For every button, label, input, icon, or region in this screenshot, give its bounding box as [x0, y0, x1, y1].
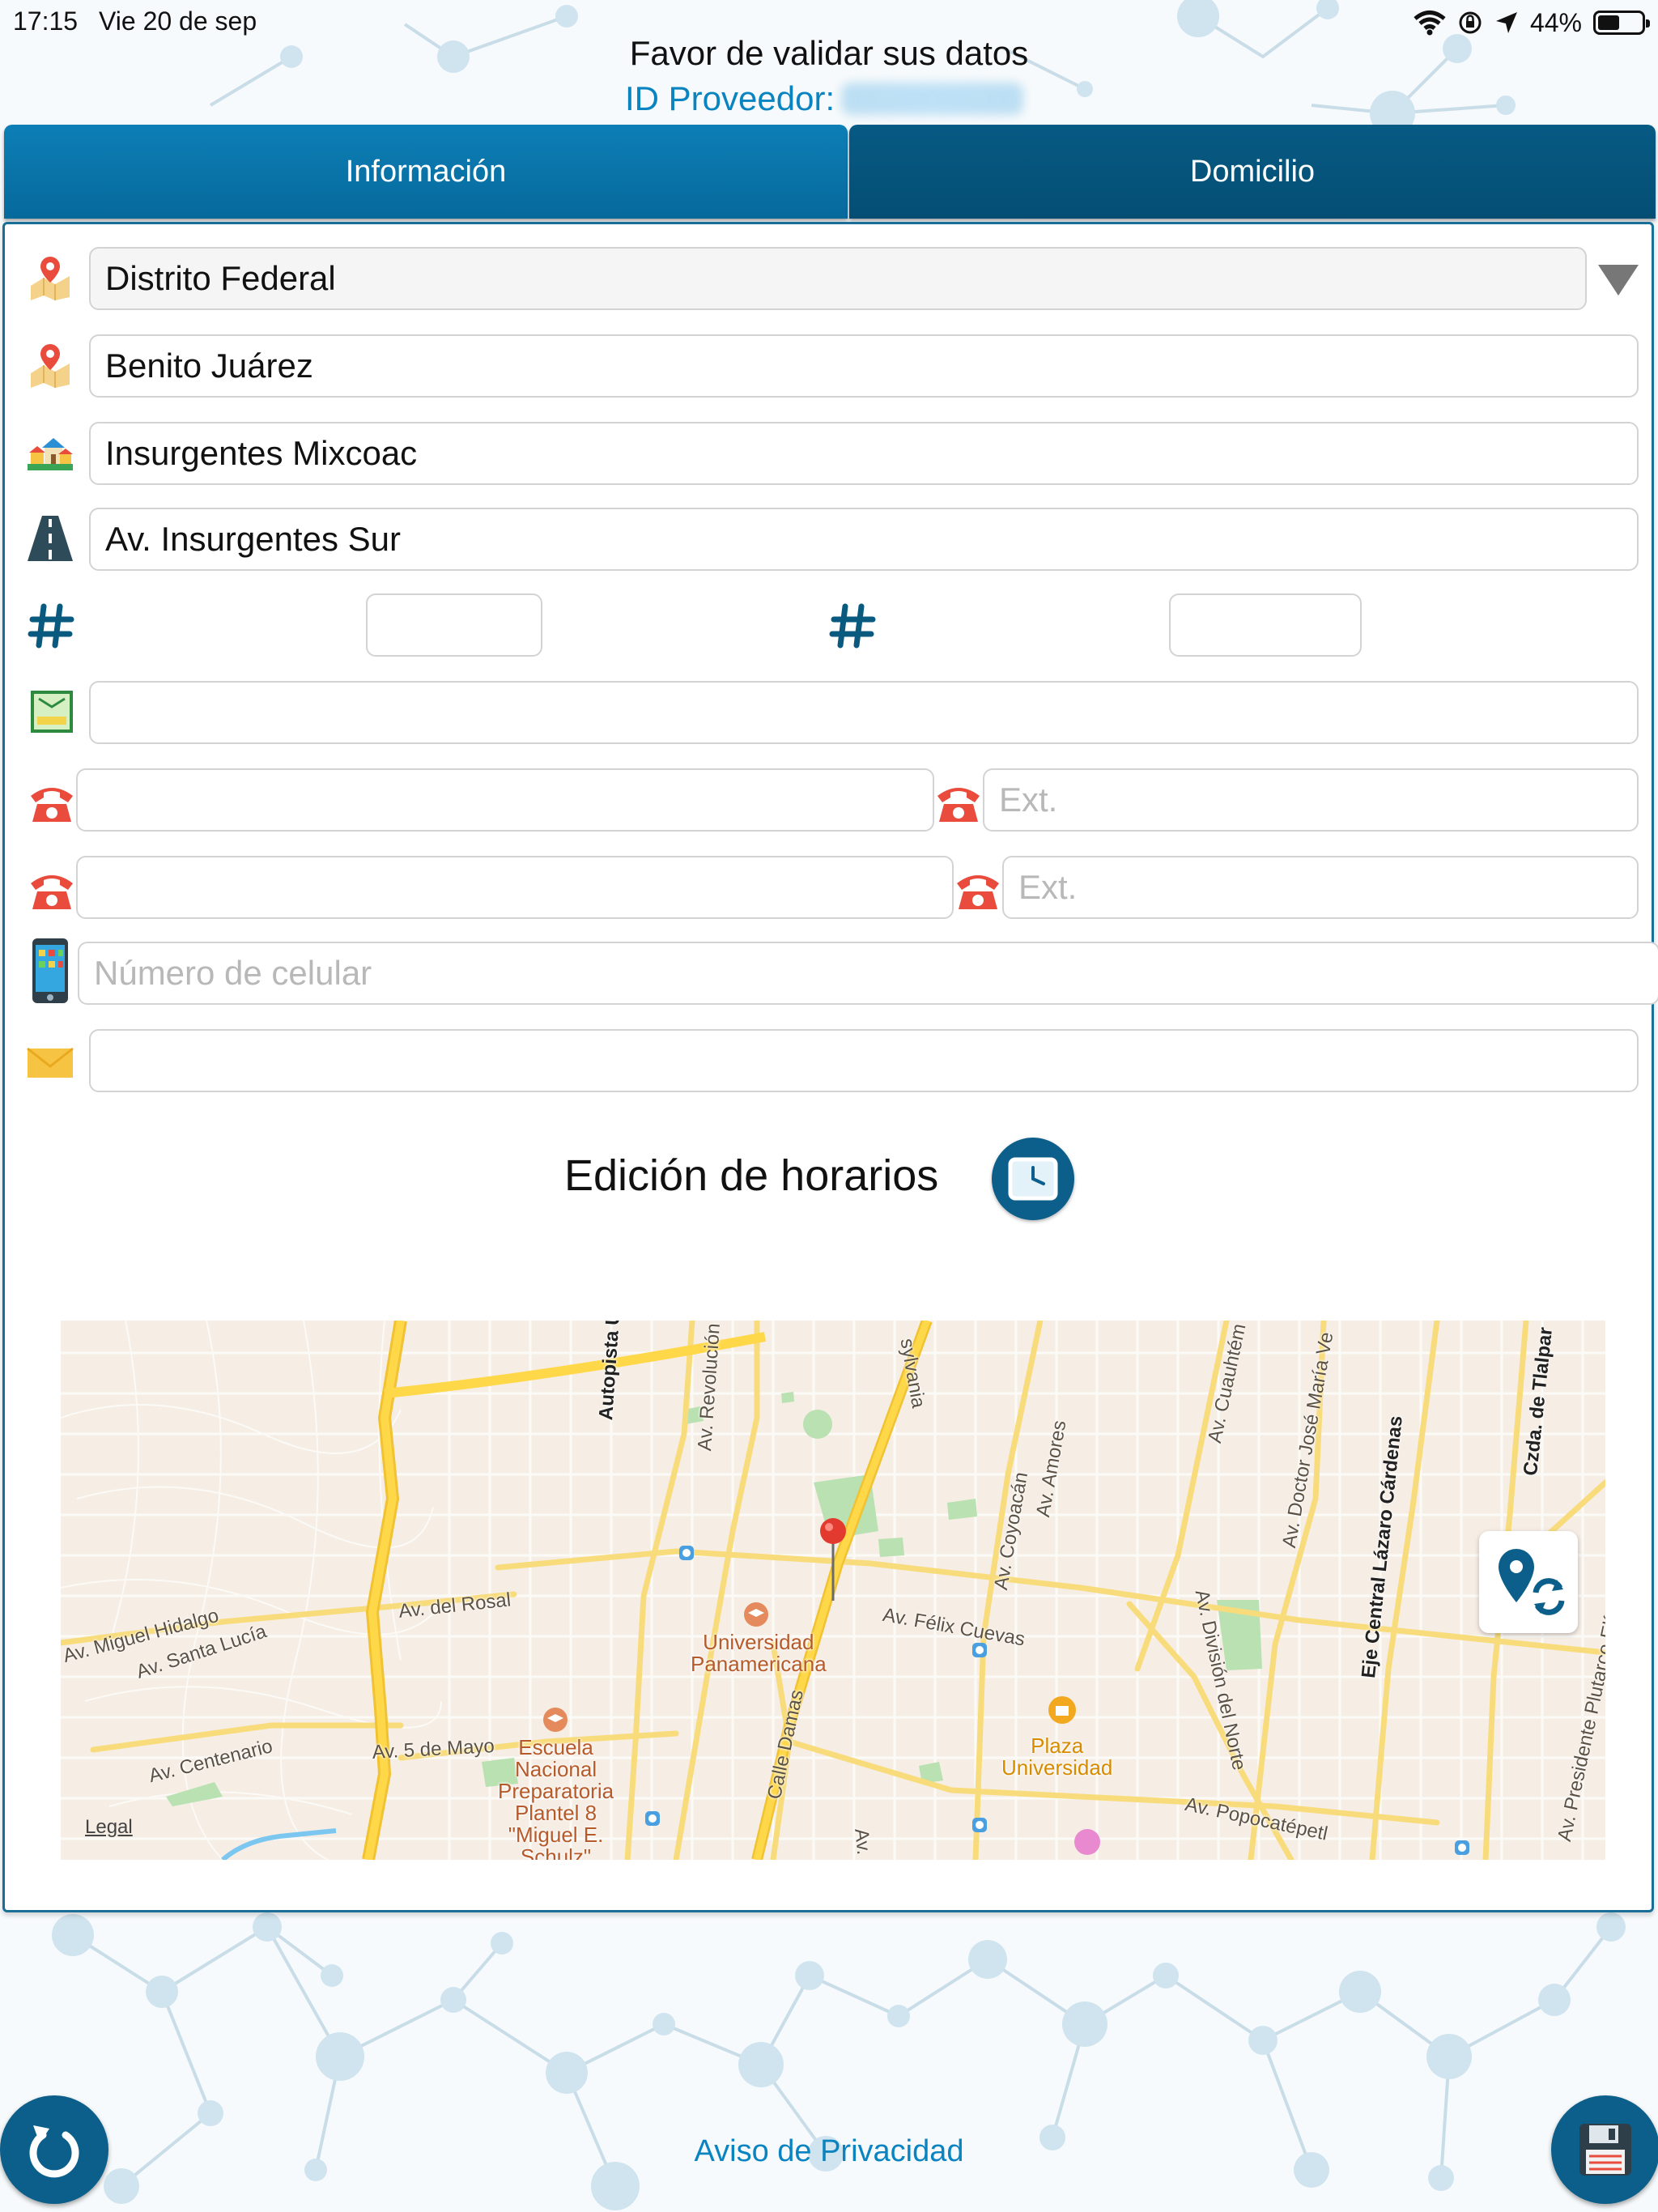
location-arrow-icon [1495, 12, 1517, 33]
tab-informacion[interactable]: Información [4, 125, 848, 219]
poi-label: Preparatoria [498, 1779, 614, 1803]
poi-escuela-nacional-preparatoria: Escuela Nacional Preparatoria Plantel 8 … [498, 1735, 614, 1861]
orientation-lock-icon [1459, 11, 1482, 34]
poi-label: Plantel 8 [514, 1801, 597, 1825]
battery-icon [1593, 11, 1650, 35]
phone-ext-icon [957, 875, 999, 909]
numero-interior-field[interactable] [1169, 593, 1362, 657]
clock-icon [1008, 1157, 1058, 1201]
poi-label: Panamericana [691, 1652, 827, 1676]
codigo-postal-field[interactable] [89, 681, 1639, 744]
numero-exterior-field[interactable] [366, 593, 542, 657]
poi-label: Schulz" [520, 1844, 592, 1861]
provider-id-redacted [841, 83, 1024, 115]
calle-field[interactable]: Av. Insurgentes Sur [89, 508, 1639, 571]
provider-id-label: ID Proveedor: [625, 79, 835, 117]
transit-icon [679, 1546, 694, 1560]
battery-percent: 44% [1529, 7, 1582, 37]
floppy-disk-icon [1579, 2124, 1631, 2176]
neighborhood-icon [28, 438, 73, 470]
map-legal-link[interactable]: Legal [85, 1816, 133, 1839]
estado-field[interactable]: Distrito Federal [89, 247, 1587, 310]
map-label: Av. [850, 1827, 875, 1857]
phone-icon [31, 875, 73, 909]
status-date: Vie 20 de sep [99, 6, 257, 36]
colonia-field[interactable]: Insurgentes Mixcoac [89, 422, 1639, 485]
poi-label: Universidad [703, 1630, 814, 1654]
refresh-icon [29, 2125, 79, 2178]
recenter-location-button[interactable] [1479, 1531, 1578, 1633]
poi-label: Nacional [514, 1757, 597, 1781]
movie-icon [1074, 1829, 1100, 1855]
telefono-1-field[interactable] [76, 768, 934, 832]
refresh-button[interactable] [0, 2095, 108, 2204]
dropdown-arrow-icon[interactable] [1598, 265, 1639, 296]
tab-domicilio[interactable]: Domicilio [849, 125, 1656, 219]
poi-universidad-panamericana: Universidad Panamericana [691, 1631, 827, 1675]
save-button[interactable] [1551, 2095, 1658, 2204]
celular-field[interactable]: Número de celular [78, 942, 1658, 1005]
university-icon [744, 1602, 768, 1627]
extension-2-field[interactable]: Ext. [1002, 856, 1639, 919]
transit-icon [972, 1643, 987, 1657]
hours-edit-label: Edición de horarios [564, 1151, 939, 1200]
provider-id: ID Proveedor: [625, 79, 1024, 118]
school-icon [543, 1708, 568, 1732]
map-pin-icon [31, 344, 70, 388]
transit-icon [1455, 1840, 1469, 1855]
envelope-icon [27, 1047, 74, 1078]
email-field[interactable] [89, 1029, 1639, 1092]
status-indicators: 44% [1414, 5, 1650, 40]
extension-1-field[interactable]: Ext. [983, 768, 1639, 832]
telefono-2-field[interactable] [76, 856, 954, 919]
location-map[interactable]: Autopista Urbana Nori Av. Revolución syl… [61, 1321, 1605, 1860]
poi-label: Plaza [1031, 1733, 1084, 1758]
poi-label: Universidad [1001, 1755, 1113, 1780]
transit-icon [645, 1811, 660, 1826]
poi-plaza-universidad: Plaza Universidad [1001, 1735, 1112, 1779]
map-pin-icon [31, 257, 70, 300]
location-pin-icon [820, 1518, 846, 1601]
number-ext-icon [28, 603, 74, 649]
road-icon [28, 516, 73, 561]
poi-label: "Miguel E. [508, 1823, 604, 1847]
poi-label: Escuela [518, 1735, 593, 1759]
address-form-panel: Distrito Federal Benito Juárez Insurgent… [2, 222, 1658, 1912]
locate-refresh-icon [1499, 1549, 1565, 1615]
municipio-field[interactable]: Benito Juárez [89, 334, 1639, 398]
postal-stamp-icon [31, 691, 73, 733]
transit-icon [972, 1818, 987, 1832]
phone-ext-icon [937, 788, 980, 822]
cellphone-icon [32, 938, 68, 1003]
number-int-icon [829, 603, 876, 649]
tab-bar: Información Domicilio [4, 125, 1656, 220]
status-bar: 17:15 Vie 20 de sep 44% [0, 0, 1658, 45]
wifi-icon [1414, 11, 1446, 36]
status-time: 17:15 [13, 6, 79, 36]
phone-icon [31, 788, 73, 822]
shopping-icon [1048, 1696, 1076, 1724]
hours-edit-button[interactable] [992, 1138, 1074, 1220]
privacy-notice-link[interactable]: Aviso de Privacidad [0, 2134, 1658, 2169]
